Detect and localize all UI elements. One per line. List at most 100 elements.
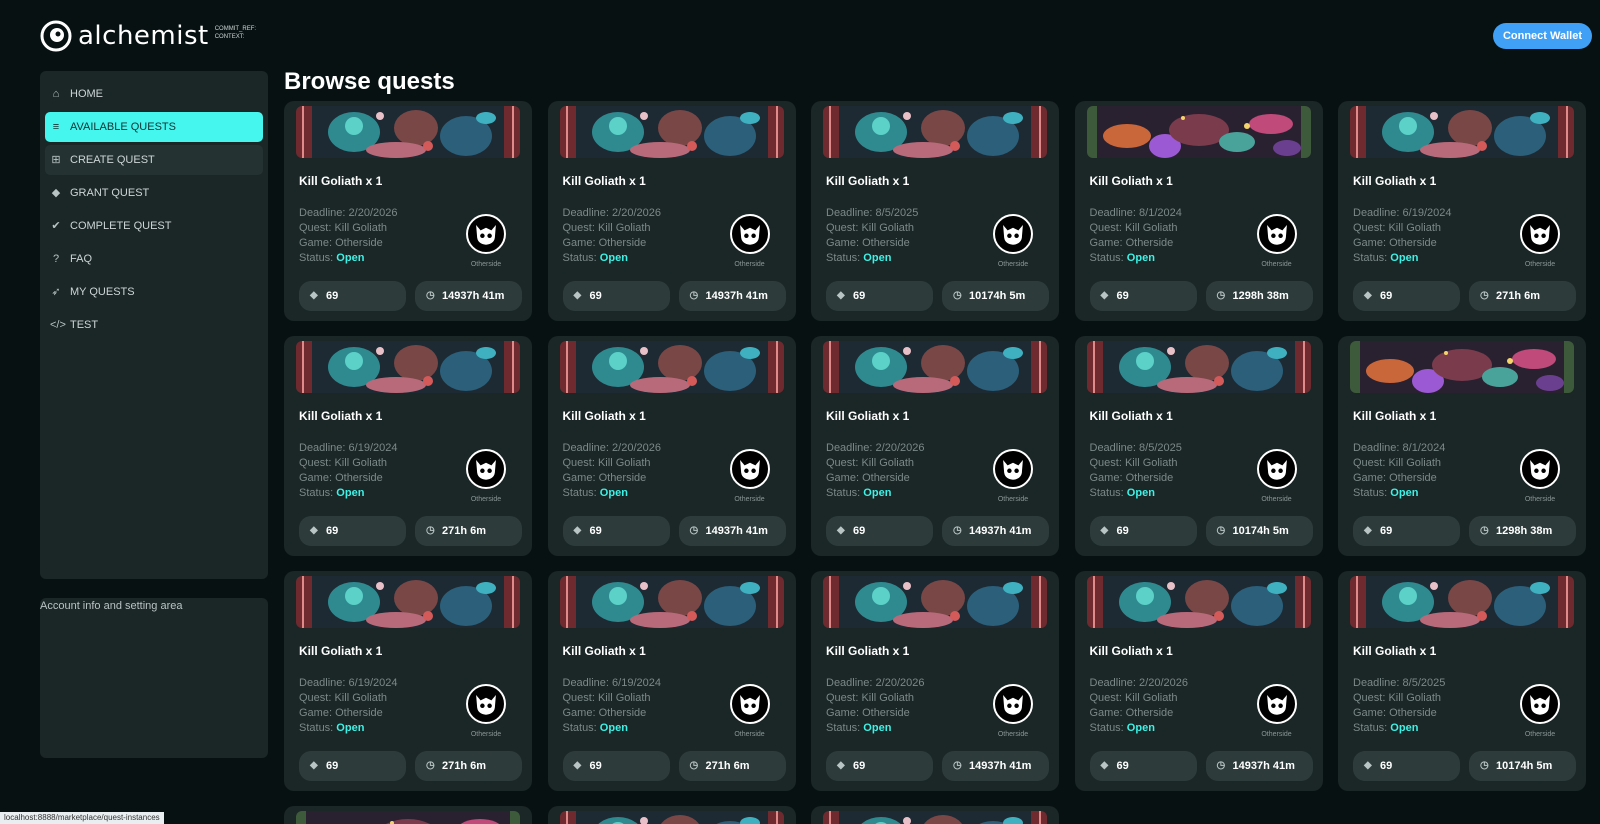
time-remaining-pill[interactable]: ◷ 14937h 41m [1205,751,1313,781]
reward-pill[interactable]: ◆ 69 [826,516,933,546]
quest-card[interactable]: Kill Goliath x 1 Deadline: 2/20/2026 Quest… [1074,571,1323,791]
time-remaining-pill[interactable]: ◷ 271h 6m [1469,281,1576,311]
quest-card[interactable] [284,806,532,824]
reward-pill[interactable]: ◆ 69 [562,281,670,311]
quest-banner-image [1086,341,1311,393]
otherside-logo-icon[interactable] [993,449,1033,489]
quest-card[interactable]: Kill Goliath x 1 Deadline: 8/1/2024 Quest:… [1338,336,1586,556]
time-remaining-pill[interactable]: ◷ 1298h 38m [1469,516,1576,546]
otherside-logo-icon[interactable] [993,684,1033,724]
time-remaining-pill[interactable]: ◷ 271h 6m [415,751,522,781]
quest-label: Quest: [1353,692,1389,704]
quest-card[interactable]: Kill Goliath x 1 Deadline: 6/19/2024 Quest… [284,336,532,556]
logo[interactable]: alchemist COMMIT_REF: CONTEXT: [40,20,256,52]
add-square-icon: ⊞ [51,154,61,166]
time-remaining-pill[interactable]: ◷ 14937h 41m [942,751,1049,781]
time-remaining-pill[interactable]: ◷ 271h 6m [415,516,522,546]
time-remaining-pill[interactable]: ◷ 14937h 41m [415,281,522,311]
reward-pill[interactable]: ◆ 69 [1089,516,1197,546]
sidebar-item-complete-quest[interactable]: ✔ COMPLETE QUEST [45,211,263,241]
quest-card[interactable]: Kill Goliath x 1 Deadline: 2/20/2026 Quest… [284,101,532,321]
quest-card[interactable]: Kill Goliath x 1 Deadline: 6/19/2024 Quest… [284,571,532,791]
otherside-logo-icon[interactable] [466,684,506,724]
quest-card[interactable]: Kill Goliath x 1 Deadline: 2/20/2026 Quest… [811,571,1059,791]
quest-status: Status: Open [826,722,891,734]
otherside-logo-icon[interactable] [1256,449,1297,489]
quest-game: Game: Otherside [826,472,910,484]
connect-wallet-button[interactable]: Connect Wallet [1492,23,1592,49]
time-remaining-pill[interactable]: ◷ 10174h 5m [942,281,1049,311]
quest-card[interactable]: Kill Goliath x 1 Deadline: 8/5/2025 Quest:… [1338,571,1586,791]
otherside-logo-icon[interactable] [1256,684,1297,724]
quest-card[interactable]: Kill Goliath x 1 Deadline: 2/20/2026 Quest… [811,336,1059,556]
otherside-logo-icon[interactable] [729,684,770,724]
quest-card[interactable]: Kill Goliath x 1 Deadline: 2/20/2026 Quest… [547,336,796,556]
reward-pill[interactable]: ◆ 69 [1353,516,1460,546]
clock-icon: ◷ [689,525,699,536]
time-remaining-pill[interactable]: ◷ 10174h 5m [1469,751,1576,781]
time-remaining-pill[interactable]: ◷ 14937h 41m [678,281,786,311]
reward-pill[interactable]: ◆ 69 [1353,281,1460,311]
reward-pill[interactable]: ◆ 69 [1089,281,1197,311]
quest-card[interactable]: Kill Goliath x 1 Deadline: 6/19/2024 Quest… [547,571,796,791]
otherside-logo-icon[interactable] [1256,214,1297,254]
deadline-value: 2/20/2026 [875,442,925,454]
grant-icon: ◆ [51,187,61,199]
time-remaining-pill[interactable]: ◷ 1298h 38m [1205,281,1313,311]
sidebar-item-faq[interactable]: ? FAQ [45,244,263,274]
deadline-value: 6/19/2024 [348,677,398,689]
sidebar-item-label: GRANT QUEST [70,187,150,199]
time-remaining-pill[interactable]: ◷ 271h 6m [678,751,786,781]
reward-pill[interactable]: ◆ 69 [1089,751,1197,781]
time-remaining-pill[interactable]: ◷ 10174h 5m [1205,516,1313,546]
otherside-logo-icon[interactable] [729,449,770,489]
quest-banner-image [823,106,1047,158]
reward-pill[interactable]: ◆ 69 [826,281,933,311]
quest-card[interactable] [811,806,1059,824]
quest-label: Quest: [1089,222,1125,234]
status-value: Open [336,487,365,499]
time-remaining-pill[interactable]: ◷ 14937h 41m [942,516,1049,546]
quest-card[interactable]: Kill Goliath x 1 Deadline: 8/5/2025 Quest:… [1074,336,1323,556]
quest-status: Status: Open [299,252,364,264]
quest-game: Game: Otherside [826,707,910,719]
quest-name: Quest: Kill Goliath [299,457,387,469]
reward-pill[interactable]: ◆ 69 [299,516,406,546]
sidebar-item-my-quests[interactable]: ➶ MY QUESTS [45,277,263,307]
quest-deadline: Deadline: 8/5/2025 [826,207,918,219]
reward-pill[interactable]: ◆ 69 [562,516,670,546]
quest-card[interactable]: Kill Goliath x 1 Deadline: 8/5/2025 Quest:… [811,101,1059,321]
otherside-logo-icon[interactable] [729,214,770,254]
otherside-logo-icon[interactable] [1520,449,1560,489]
quest-card[interactable]: Kill Goliath x 1 Deadline: 2/20/2026 Quest… [547,101,796,321]
quest-card[interactable]: Kill Goliath x 1 Deadline: 8/1/2024 Quest:… [1074,101,1323,321]
reward-pill[interactable]: ◆ 69 [826,751,933,781]
otherside-logo-icon[interactable] [466,214,506,254]
otherside-logo-icon[interactable] [1520,684,1560,724]
quest-title: Kill Goliath x 1 [1353,644,1437,658]
otherside-logo-icon[interactable] [466,449,506,489]
quest-card[interactable] [547,806,796,824]
reward-pill[interactable]: ◆ 69 [1353,751,1460,781]
sidebar-item-create-quest[interactable]: ⊞ CREATE QUEST [45,145,263,175]
quest-value: Kill Goliath [1388,222,1442,234]
reward-pill[interactable]: ◆ 69 [299,751,406,781]
sidebar-item-available-quests[interactable]: ≡ AVAILABLE QUESTS [45,112,263,142]
reward-pill[interactable]: ◆ 69 [562,751,670,781]
deadline-value: 2/20/2026 [1139,677,1188,689]
reward-value: 69 [1116,760,1129,772]
sidebar-item-home[interactable]: ⌂ HOME [45,79,263,109]
reward-value: 69 [1380,525,1393,537]
otherside-logo-icon[interactable] [993,214,1033,254]
reward-pill[interactable]: ◆ 69 [299,281,406,311]
sidebar-item-grant-quest[interactable]: ◆ GRANT QUEST [45,178,263,208]
time-remaining-value: 271h 6m [442,760,487,772]
sidebar-item-test[interactable]: </> TEST [45,310,263,340]
time-remaining-pill[interactable]: ◷ 14937h 41m [678,516,786,546]
quest-card[interactable]: Kill Goliath x 1 Deadline: 6/19/2024 Quest… [1338,101,1586,321]
tag-icon: ◆ [837,290,845,301]
sidebar-item-label: HOME [70,88,103,100]
otherside-logo-icon[interactable] [1520,214,1560,254]
quest-game: Game: Otherside [1353,237,1437,249]
time-remaining-value: 14937h 41m [442,290,505,302]
